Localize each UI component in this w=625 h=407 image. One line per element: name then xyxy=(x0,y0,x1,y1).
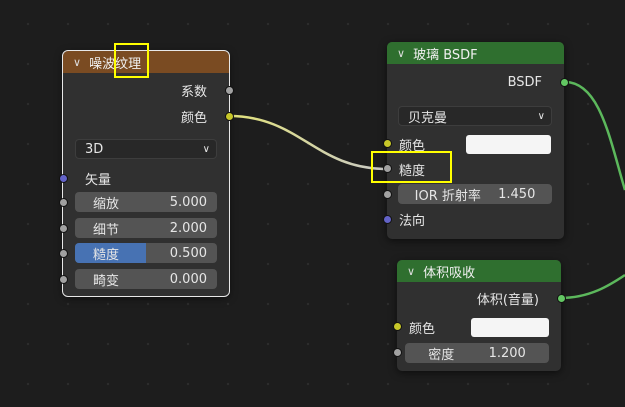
output-color-label: 颜色 xyxy=(180,110,207,126)
volume-output-row: 体积(音量) xyxy=(397,287,561,309)
normal-input-row: 法向 xyxy=(387,208,564,230)
volume-node-header[interactable]: ∨ 体积吸收 xyxy=(397,260,561,282)
roughness-value: 0.500 xyxy=(169,245,207,261)
ior-value: 1.450 xyxy=(498,186,536,202)
noise-texture-node[interactable]: ∨ 噪波纹理 系数 颜色 3D ∨ 矢量 缩放 5.000 细节 2.000 糙… xyxy=(62,50,230,297)
dimensions-dropdown[interactable]: 3D ∨ xyxy=(75,139,217,159)
bsdf-output-label: BSDF xyxy=(507,74,542,90)
glass-node-header[interactable]: ∨ 玻璃 BSDF xyxy=(387,42,564,64)
density-field[interactable]: 密度 1.200 xyxy=(405,343,549,363)
roughness-label: 糙度 xyxy=(93,247,120,263)
color-output-socket[interactable] xyxy=(225,112,234,121)
volume-node-title: 体积吸收 xyxy=(423,265,476,281)
volume-absorption-node[interactable]: ∨ 体积吸收 体积(音量) 颜色 密度 1.200 xyxy=(397,260,561,371)
bsdf-output-socket[interactable] xyxy=(560,78,569,87)
distortion-input-socket[interactable] xyxy=(59,275,68,284)
detail-label: 细节 xyxy=(93,222,120,238)
glass-node-title: 玻璃 BSDF xyxy=(413,47,478,63)
vector-label: 矢量 xyxy=(85,172,112,188)
collapse-chevron-icon[interactable]: ∨ xyxy=(407,265,415,278)
collapse-chevron-icon[interactable]: ∨ xyxy=(397,47,405,60)
distribution-dropdown[interactable]: 贝克曼 ∨ xyxy=(398,106,552,126)
glass-color-input-socket[interactable] xyxy=(383,139,392,148)
wire-bsdf-out xyxy=(564,80,625,191)
volume-color-input-socket[interactable] xyxy=(393,322,402,331)
ior-input-socket[interactable] xyxy=(383,190,392,199)
highlight-box-noise-title xyxy=(114,43,149,78)
volume-color-label: 颜色 xyxy=(409,321,436,337)
chevron-down-icon: ∨ xyxy=(202,143,210,155)
detail-value: 2.000 xyxy=(169,220,207,236)
output-fac-label: 系数 xyxy=(180,84,207,100)
highlight-box-roughness-input xyxy=(371,151,452,183)
wire-noise-color-to-roughness xyxy=(228,114,388,171)
ior-field[interactable]: IOR 折射率 1.450 xyxy=(398,184,552,204)
output-fac-row: 系数 xyxy=(63,79,229,101)
normal-input-socket[interactable] xyxy=(383,215,392,224)
density-value: 1.200 xyxy=(488,345,526,361)
distortion-field[interactable]: 畸变 0.000 xyxy=(75,269,217,289)
detail-input-socket[interactable] xyxy=(59,224,68,233)
volume-output-label: 体积(音量) xyxy=(476,292,539,308)
glass-color-swatch[interactable] xyxy=(466,135,551,154)
glass-bsdf-node[interactable]: ∨ 玻璃 BSDF BSDF 贝克曼 ∨ 颜色 糙度 IOR 折射率 1.450… xyxy=(387,42,564,239)
distribution-value: 贝克曼 xyxy=(408,110,448,126)
chevron-down-icon: ∨ xyxy=(537,110,545,122)
detail-field[interactable]: 细节 2.000 xyxy=(75,218,217,238)
distortion-label: 畸变 xyxy=(93,273,120,289)
vector-input-socket[interactable] xyxy=(59,174,68,183)
scale-value: 5.000 xyxy=(169,194,207,210)
volume-output-socket[interactable] xyxy=(557,294,566,303)
roughness-input-socket[interactable] xyxy=(59,249,68,258)
fac-output-socket[interactable] xyxy=(225,86,234,95)
distortion-value: 0.000 xyxy=(169,271,207,287)
density-input-socket[interactable] xyxy=(393,348,402,357)
roughness-field[interactable]: 糙度 0.500 xyxy=(75,243,217,263)
density-label: 密度 xyxy=(428,347,455,363)
collapse-chevron-icon[interactable]: ∨ xyxy=(73,56,81,69)
normal-label: 法向 xyxy=(399,213,426,229)
vector-input-row: 矢量 xyxy=(63,167,229,189)
volume-color-swatch[interactable] xyxy=(471,318,549,337)
output-color-row: 颜色 xyxy=(63,105,229,127)
dimensions-value: 3D xyxy=(85,141,104,157)
scale-field[interactable]: 缩放 5.000 xyxy=(75,192,217,212)
ior-label: IOR 折射率 xyxy=(414,188,481,204)
bsdf-output-row: BSDF xyxy=(387,71,564,93)
wire-volume-out xyxy=(559,273,625,300)
scale-label: 缩放 xyxy=(93,196,120,212)
scale-input-socket[interactable] xyxy=(59,198,68,207)
